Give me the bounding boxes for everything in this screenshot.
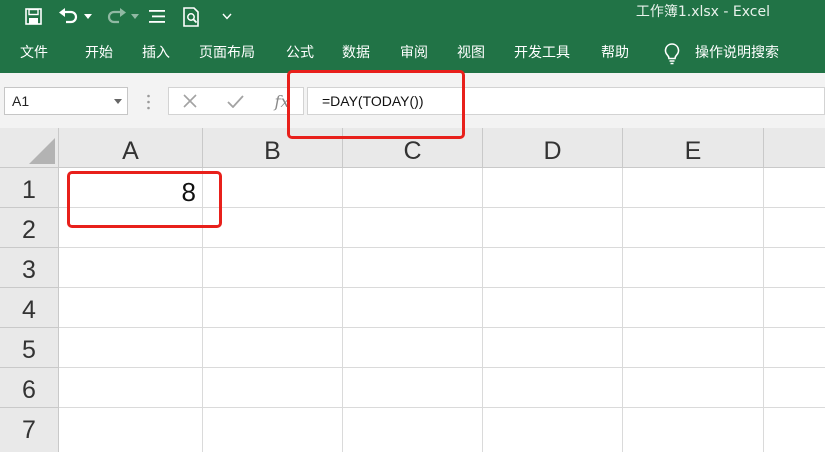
grid-cell[interactable] bbox=[623, 168, 764, 208]
undo-icon[interactable] bbox=[56, 0, 82, 33]
undo-dropdown-icon[interactable] bbox=[82, 0, 94, 33]
grid-cell[interactable] bbox=[343, 168, 483, 208]
grid-cell[interactable] bbox=[764, 168, 825, 208]
grid-cell[interactable] bbox=[483, 408, 623, 452]
redo-icon[interactable] bbox=[103, 0, 129, 33]
tab-page-layout[interactable]: 页面布局 bbox=[199, 33, 255, 73]
select-all-corner[interactable] bbox=[0, 128, 59, 168]
grid-cell[interactable] bbox=[203, 168, 343, 208]
grid-cell[interactable] bbox=[764, 328, 825, 368]
formula-buttons: fx bbox=[168, 87, 304, 115]
grid-cell[interactable] bbox=[59, 248, 203, 288]
redo-dropdown-icon[interactable] bbox=[129, 0, 141, 33]
grid-cell[interactable] bbox=[483, 368, 623, 408]
grid-cell[interactable] bbox=[59, 328, 203, 368]
row-header-4[interactable]: 4 bbox=[0, 288, 59, 328]
lightbulb-icon[interactable] bbox=[664, 43, 680, 65]
grid-cell[interactable] bbox=[203, 208, 343, 248]
tell-me-search[interactable]: 操作说明搜索 bbox=[695, 33, 779, 73]
grid-cell[interactable] bbox=[343, 408, 483, 452]
tab-home[interactable]: 开始 bbox=[85, 33, 113, 73]
grid-cell[interactable] bbox=[343, 288, 483, 328]
formula-highlight-box bbox=[287, 70, 465, 139]
tab-help[interactable]: 帮助 bbox=[601, 33, 629, 73]
row-header-5[interactable]: 5 bbox=[0, 328, 59, 368]
grid-cell[interactable] bbox=[764, 288, 825, 328]
grid-cell[interactable] bbox=[483, 288, 623, 328]
grid-cell[interactable] bbox=[483, 248, 623, 288]
grid-cell[interactable] bbox=[623, 368, 764, 408]
grid-cell[interactable] bbox=[203, 288, 343, 328]
row-header-2[interactable]: 2 bbox=[0, 208, 59, 248]
column-header-a[interactable]: A bbox=[59, 128, 203, 168]
save-icon[interactable] bbox=[22, 0, 44, 33]
title-bar: 工作簿1.xlsx - Excel bbox=[0, 0, 825, 33]
grid-cell[interactable] bbox=[483, 328, 623, 368]
chevron-down-icon[interactable] bbox=[114, 99, 122, 104]
row-header-6[interactable]: 6 bbox=[0, 368, 59, 408]
grid-cell[interactable] bbox=[764, 368, 825, 408]
tab-formulas[interactable]: 公式 bbox=[286, 33, 314, 73]
tab-review[interactable]: 审阅 bbox=[400, 33, 428, 73]
tab-developer[interactable]: 开发工具 bbox=[514, 33, 570, 73]
row-header-7[interactable]: 7 bbox=[0, 408, 59, 452]
tab-data[interactable]: 数据 bbox=[342, 33, 370, 73]
grid-cell[interactable] bbox=[203, 368, 343, 408]
drag-handle-icon[interactable] bbox=[147, 94, 150, 110]
grid-cell[interactable] bbox=[343, 208, 483, 248]
grid-cell[interactable] bbox=[623, 288, 764, 328]
name-box[interactable]: A1 bbox=[4, 87, 128, 115]
grid-cell[interactable] bbox=[623, 328, 764, 368]
name-box-value: A1 bbox=[12, 93, 30, 109]
grid-cell[interactable] bbox=[623, 248, 764, 288]
grid-cell[interactable] bbox=[764, 208, 825, 248]
window-title: 工作簿1.xlsx - Excel bbox=[635, 4, 770, 20]
tab-insert[interactable]: 插入 bbox=[142, 33, 170, 73]
ribbon: 文件 开始 插入 页面布局 公式 数据 审阅 视图 开发工具 帮助 操作说明搜索 bbox=[0, 33, 825, 73]
grid-cell[interactable] bbox=[203, 328, 343, 368]
grid-cell[interactable] bbox=[483, 168, 623, 208]
grid-cell[interactable] bbox=[764, 408, 825, 452]
grid-cell[interactable] bbox=[343, 368, 483, 408]
grid-cell[interactable] bbox=[343, 328, 483, 368]
grid-cell[interactable] bbox=[483, 208, 623, 248]
sort-icon[interactable] bbox=[146, 0, 168, 33]
print-preview-icon[interactable] bbox=[181, 0, 203, 33]
cell-highlight-box bbox=[67, 171, 222, 228]
close-icon[interactable] bbox=[177, 88, 203, 114]
row-header-1[interactable]: 1 bbox=[0, 168, 59, 208]
grid-cell[interactable] bbox=[203, 408, 343, 452]
grid-cell[interactable] bbox=[59, 368, 203, 408]
grid-cell[interactable] bbox=[203, 248, 343, 288]
grid-cell[interactable] bbox=[59, 288, 203, 328]
grid-cell[interactable] bbox=[764, 248, 825, 288]
check-icon[interactable] bbox=[222, 88, 248, 114]
column-header-f[interactable] bbox=[764, 128, 825, 168]
grid-cell[interactable] bbox=[59, 408, 203, 452]
grid-cell[interactable] bbox=[343, 248, 483, 288]
row-header-3[interactable]: 3 bbox=[0, 248, 59, 288]
tab-file[interactable]: 文件 bbox=[20, 33, 48, 73]
tab-view[interactable]: 视图 bbox=[457, 33, 485, 73]
column-header-d[interactable]: D bbox=[483, 128, 623, 168]
column-header-e[interactable]: E bbox=[623, 128, 764, 168]
grid-cell[interactable] bbox=[623, 208, 764, 248]
chevron-down-icon[interactable] bbox=[220, 0, 234, 33]
grid-cell[interactable] bbox=[623, 408, 764, 452]
